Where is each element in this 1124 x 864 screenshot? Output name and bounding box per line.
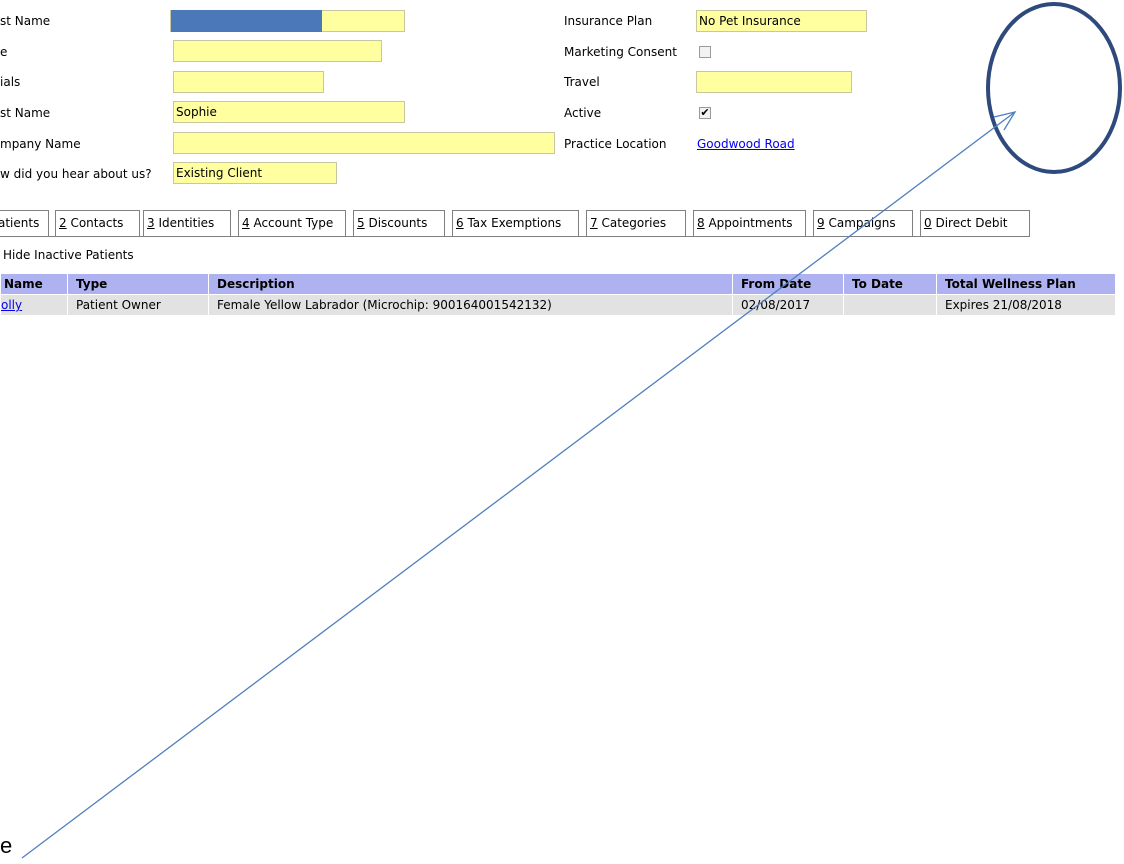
annotation-ellipse bbox=[986, 2, 1122, 174]
annotation-overlay bbox=[21, 2, 1122, 859]
annotation-text: e bbox=[0, 833, 13, 858]
annotation-arrow-line bbox=[21, 111, 1016, 859]
